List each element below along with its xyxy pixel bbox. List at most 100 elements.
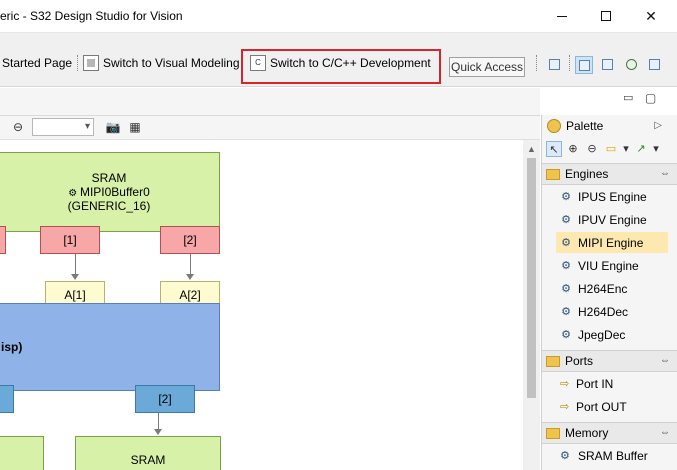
cpp-perspective-button[interactable] <box>599 56 617 74</box>
close-icon: ✕ <box>645 7 657 24</box>
minimize-icon <box>557 15 567 17</box>
sram-buffer-name-text: MIPI0Buffer0 <box>79 185 150 199</box>
zoom-out-icon[interactable]: ⊖ <box>10 119 26 135</box>
palette-item-mipi-engine[interactable]: ⚙ MIPI Engine <box>556 232 668 253</box>
folder-icon <box>546 168 560 180</box>
connection-line <box>158 413 159 429</box>
connection-line <box>75 254 76 274</box>
editor-minimize-button[interactable]: ▭ <box>623 91 633 104</box>
chevron-down-icon[interactable]: ▾ <box>652 141 660 157</box>
palette-item-jpegdec[interactable]: ⚙ JpegDec <box>556 324 668 345</box>
quick-access-field[interactable]: Quick Access <box>449 57 525 77</box>
window-title: eric - S32 Design Studio for Vision <box>0 9 183 23</box>
sram-buffer-block[interactable]: SRAM ⚙ MIPI0Buffer0 (GENERIC_16) <box>0 152 220 232</box>
arrow-head <box>154 429 162 435</box>
diagram-editor: ⊖ ▾ 📷 ▦ SRAM ⚙ MIPI0Buffer0 (GENERIC_16)… <box>0 88 540 470</box>
palette-item-label: IPUV Engine <box>578 212 647 227</box>
palette-item-label: H264Dec <box>578 304 629 319</box>
port-out-1-label: [1] <box>63 233 77 247</box>
minimize-button[interactable] <box>539 0 585 32</box>
palette-item-port-in[interactable]: ⇨ Port IN <box>556 373 668 394</box>
engine-label: isp) <box>1 340 23 354</box>
sram-buffer-block-bottom[interactable]: SRAM <box>75 436 221 470</box>
started-page-label: Started Page <box>2 56 73 70</box>
started-page-button[interactable]: Started Page <box>2 52 72 74</box>
zoom-out-icon[interactable]: ⊖ <box>584 141 600 157</box>
chevron-down-icon: ▾ <box>84 121 90 132</box>
pin-icon[interactable]: ⇔ <box>660 355 670 366</box>
memory-drawer-label: Memory <box>565 426 609 440</box>
engine-icon: ⚙ <box>561 259 571 272</box>
maximize-icon <box>601 11 611 21</box>
close-button[interactable]: ✕ <box>628 0 674 32</box>
memory-icon: ⚙ <box>560 449 570 462</box>
palette-item-ipus-engine[interactable]: ⚙ IPUS Engine <box>556 186 668 207</box>
pin-icon[interactable]: ⇔ <box>660 168 670 179</box>
toolbar-separator <box>569 55 570 71</box>
zoom-in-icon[interactable]: ⊕ <box>565 141 581 157</box>
palette-item-h264enc[interactable]: ⚙ H264Enc <box>556 278 668 299</box>
palette-item-label: Port IN <box>576 376 614 391</box>
title-bar: eric - S32 Design Studio for Vision ✕ <box>0 0 677 33</box>
sram-block-partial[interactable] <box>0 436 44 470</box>
zoom-combo[interactable]: ▾ <box>32 118 94 136</box>
engine-port-partial[interactable] <box>0 385 14 413</box>
palette-item-port-out[interactable]: ⇨ Port OUT <box>556 396 668 417</box>
cpp-perspective-icon <box>602 59 613 70</box>
note-icon[interactable]: ▭ <box>603 141 619 157</box>
engine-icon: ⚙ <box>561 305 571 318</box>
vertical-scrollbar[interactable]: ▲ <box>523 140 540 470</box>
grid-icon[interactable]: ▦ <box>127 119 143 135</box>
engine-icon: ⚙ <box>561 213 571 226</box>
engine-icon: ⚙ <box>561 236 571 249</box>
palette-panel: Palette ▷ ↖ ⊕ ⊖ ▭ ▾ ↗ ▾ Engines ⇔ ⚙ IPUS … <box>541 115 677 470</box>
memory-drawer[interactable]: Memory ⇔ <box>542 422 677 444</box>
editor-maximize-button[interactable]: ▢ <box>645 91 656 105</box>
scroll-thumb[interactable] <box>527 158 536 398</box>
engine-block[interactable]: isp) <box>0 303 220 391</box>
engine-port-out-2-label: [2] <box>158 392 172 406</box>
palette-title: Palette <box>566 119 604 133</box>
palette-item-label: Port OUT <box>576 399 627 414</box>
port-out-2[interactable]: [2] <box>160 226 220 254</box>
pin-icon[interactable]: ⇔ <box>660 427 670 438</box>
main-toolbar: Started Page Switch to Visual Modeling C… <box>0 33 677 87</box>
open-perspective-button[interactable] <box>546 56 564 74</box>
other-perspective-button[interactable] <box>646 56 664 74</box>
diagram-canvas[interactable]: SRAM ⚙ MIPI0Buffer0 (GENERIC_16) [1] [2]… <box>0 140 523 470</box>
palette-item-label: H264Enc <box>578 281 628 296</box>
editor-toolbar: ⊖ ▾ 📷 ▦ <box>0 116 540 140</box>
palette-item-ipuv-engine[interactable]: ⚙ IPUV Engine <box>556 209 668 230</box>
maximize-button[interactable] <box>583 0 629 32</box>
open-perspective-icon <box>549 59 560 70</box>
ports-drawer[interactable]: Ports ⇔ <box>542 350 677 372</box>
perspective-icon <box>649 59 660 70</box>
engine-icon: ⚙ <box>561 190 571 203</box>
port-in-icon: ⇨ <box>560 377 570 390</box>
camera-icon[interactable]: 📷 <box>105 119 121 135</box>
palette-item-h264dec[interactable]: ⚙ H264Dec <box>556 301 668 322</box>
visual-perspective-button[interactable] <box>575 56 593 74</box>
switch-visual-modeling-button[interactable]: Switch to Visual Modeling <box>83 52 240 74</box>
toolbar-separator <box>77 55 78 71</box>
port-out-partial[interactable] <box>0 226 6 254</box>
scroll-up-icon[interactable]: ▲ <box>527 144 536 154</box>
debug-perspective-button[interactable] <box>623 56 641 74</box>
sram-bottom-title: SRAM <box>130 453 166 467</box>
palette-header: Palette ▷ <box>542 115 677 137</box>
connection-icon[interactable]: ↗ <box>633 141 649 157</box>
port-out-icon: ⇨ <box>560 400 570 413</box>
connection-line <box>190 254 191 274</box>
select-tool-icon[interactable]: ↖ <box>546 141 562 157</box>
visual-modeling-label: Switch to Visual Modeling <box>103 56 240 70</box>
engine-port-out-2[interactable]: [2] <box>135 385 195 413</box>
engine-icon: ⚙ <box>561 282 571 295</box>
palette-collapse-icon[interactable]: ▷ <box>654 120 662 131</box>
sram-buffer-name: ⚙ MIPI0Buffer0 <box>68 185 150 199</box>
chevron-down-icon[interactable]: ▾ <box>622 141 630 157</box>
sram-buffer-type: (GENERIC_16) <box>67 199 151 213</box>
port-out-1[interactable]: [1] <box>40 226 100 254</box>
engines-drawer[interactable]: Engines ⇔ <box>542 163 677 185</box>
palette-item-sram-buffer[interactable]: ⚙ SRAM Buffer <box>556 445 668 466</box>
palette-item-viu-engine[interactable]: ⚙ VIU Engine <box>556 255 668 276</box>
